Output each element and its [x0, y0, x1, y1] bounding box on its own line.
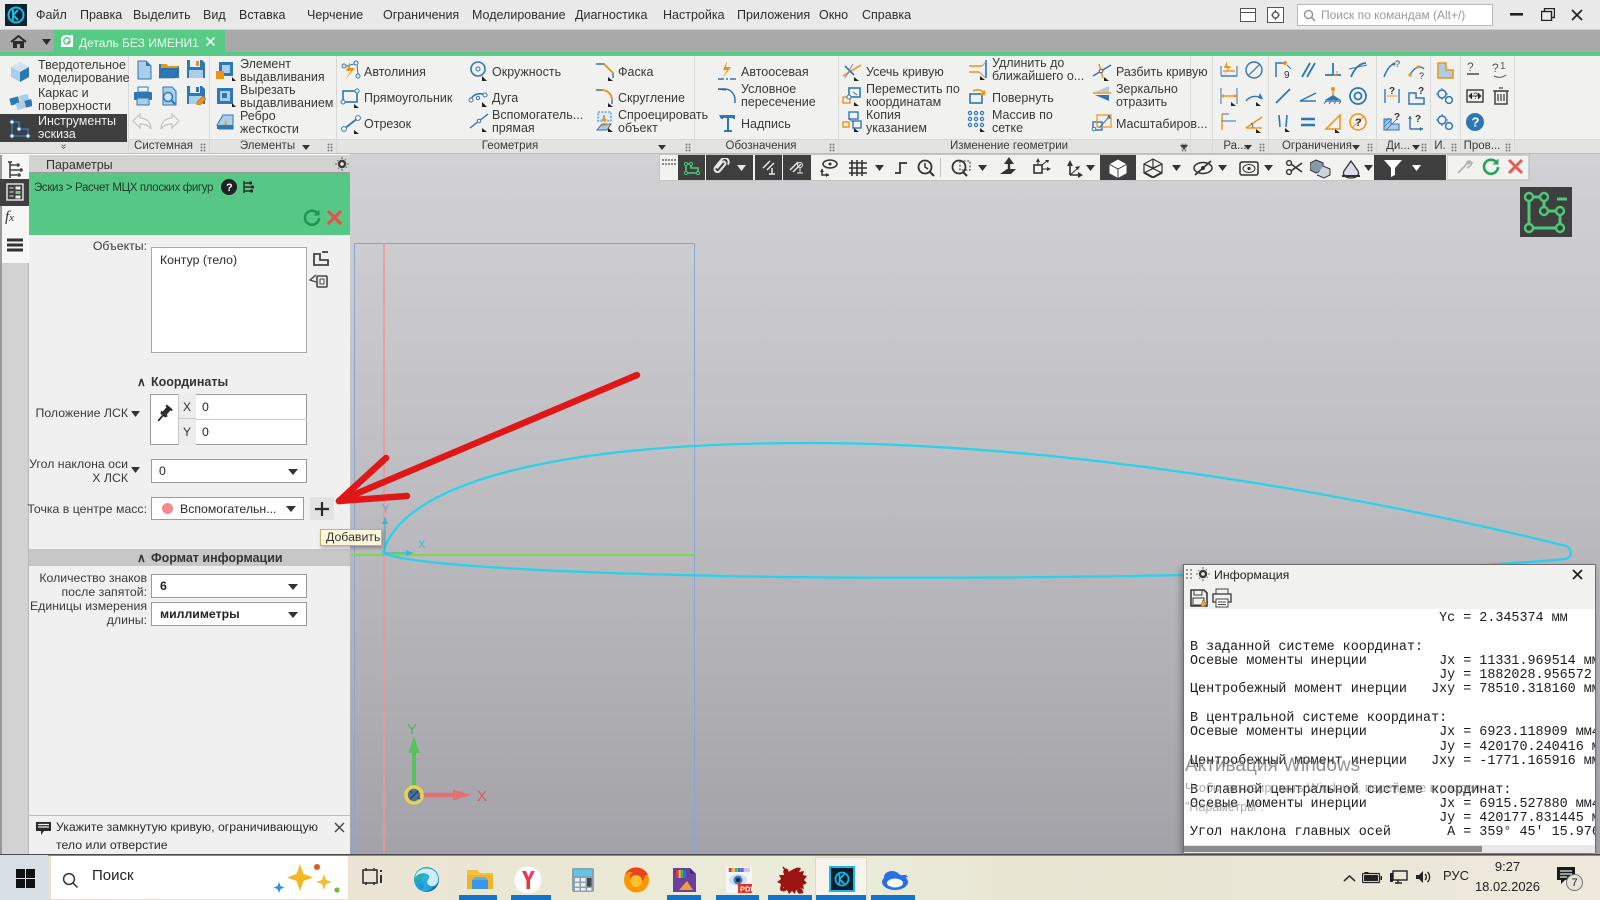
svg-text:?: ?	[1418, 86, 1424, 97]
svg-text:?: ?	[1389, 86, 1395, 97]
svg-text:?: ?	[1395, 59, 1400, 69]
svg-text:9: 9	[1284, 70, 1290, 81]
svg-text:?: ?	[1472, 115, 1480, 130]
svg-text:?: ?	[1492, 61, 1499, 75]
svg-text:1: 1	[1500, 61, 1506, 72]
svg-text:X: X	[418, 539, 426, 551]
svg-text:?: ?	[1467, 60, 1474, 74]
svg-text:PDF: PDF	[740, 885, 752, 894]
svg-text:?: ?	[1415, 114, 1421, 125]
svg-text:Y: Y	[407, 721, 417, 738]
svg-text:?: ?	[1419, 71, 1424, 81]
svg-text:?: ?	[1394, 112, 1400, 123]
svg-text:?: ?	[1355, 117, 1362, 129]
svg-text:?: ?	[226, 182, 233, 194]
svg-text:X: X	[477, 788, 487, 805]
svg-text:?: ?	[1473, 91, 1478, 101]
